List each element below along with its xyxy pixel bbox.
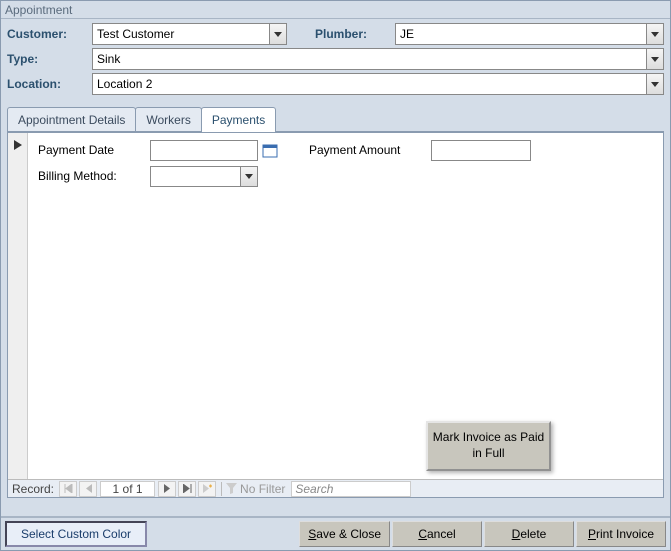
- record-selector[interactable]: [8, 133, 28, 479]
- footer-bar: Select Custom Color Save & Close Cancel …: [1, 516, 670, 550]
- header-form: Customer: Test Customer Plumber: JE Type…: [1, 19, 670, 104]
- current-record-icon: [8, 139, 27, 153]
- print-invoice-button[interactable]: Print Invoice: [576, 521, 666, 547]
- customer-value: Test Customer: [97, 27, 174, 41]
- nav-last-button[interactable]: [178, 481, 196, 497]
- tab-appointment-details[interactable]: Appointment Details: [7, 107, 136, 132]
- payment-amount-label: Payment Amount: [309, 143, 431, 157]
- payment-body: Payment Date: [30, 133, 663, 479]
- customer-combo[interactable]: Test Customer: [92, 23, 287, 45]
- filter-label: No Filter: [240, 482, 285, 496]
- window-title-text: Appointment: [5, 3, 72, 17]
- nav-next-button[interactable]: [158, 481, 176, 497]
- search-box[interactable]: Search: [291, 481, 411, 497]
- tab-strip: Appointment Details Workers Payments: [7, 106, 664, 131]
- payment-amount-input[interactable]: [431, 140, 531, 161]
- save-text: ave & Close: [316, 527, 381, 541]
- location-value: Location 2: [97, 77, 152, 91]
- dropdown-icon[interactable]: [646, 49, 663, 69]
- tab-workers[interactable]: Workers: [135, 107, 201, 132]
- billing-method-combo[interactable]: [150, 166, 258, 187]
- record-label: Record:: [8, 482, 58, 496]
- payments-panel: Payment Date: [7, 131, 664, 498]
- customer-label: Customer:: [7, 27, 92, 41]
- separator: [221, 482, 222, 496]
- calendar-icon[interactable]: [261, 141, 279, 159]
- plumber-combo[interactable]: JE: [395, 23, 664, 45]
- payment-date-input[interactable]: [150, 140, 258, 161]
- type-value: Sink: [97, 52, 120, 66]
- type-label: Type:: [7, 52, 92, 66]
- mark-paid-label: Mark Invoice as Paid in Full: [432, 430, 545, 461]
- filter-icon: [226, 483, 237, 494]
- dropdown-icon[interactable]: [646, 74, 663, 94]
- tab-payments[interactable]: Payments: [201, 107, 276, 132]
- mark-paid-button[interactable]: Mark Invoice as Paid in Full: [426, 421, 551, 471]
- dropdown-icon[interactable]: [269, 24, 286, 44]
- dropdown-icon[interactable]: [646, 24, 663, 44]
- tab-region: Appointment Details Workers Payments Pay…: [7, 106, 664, 498]
- plumber-label: Plumber:: [315, 27, 395, 41]
- delete-button[interactable]: Delete: [484, 521, 574, 547]
- appointment-window: Appointment Customer: Test Customer Plum…: [0, 0, 671, 551]
- record-counter[interactable]: 1 of 1: [100, 481, 155, 497]
- select-custom-color-button[interactable]: Select Custom Color: [5, 521, 147, 547]
- save-close-button[interactable]: Save & Close: [299, 521, 390, 547]
- nav-prev-button[interactable]: [79, 481, 97, 497]
- record-navigator: Record: 1 of 1: [8, 479, 663, 497]
- location-label: Location:: [7, 77, 92, 91]
- dropdown-icon[interactable]: [240, 167, 257, 186]
- window-title: Appointment: [1, 1, 670, 19]
- plumber-value: JE: [400, 27, 414, 41]
- nav-new-button[interactable]: [198, 481, 216, 497]
- location-combo[interactable]: Location 2: [92, 73, 664, 95]
- billing-method-label: Billing Method:: [38, 169, 150, 183]
- cancel-button[interactable]: Cancel: [392, 521, 482, 547]
- payment-date-label: Payment Date: [38, 143, 150, 157]
- nav-first-button[interactable]: [59, 481, 77, 497]
- filter-status[interactable]: No Filter: [226, 482, 285, 496]
- type-combo[interactable]: Sink: [92, 48, 664, 70]
